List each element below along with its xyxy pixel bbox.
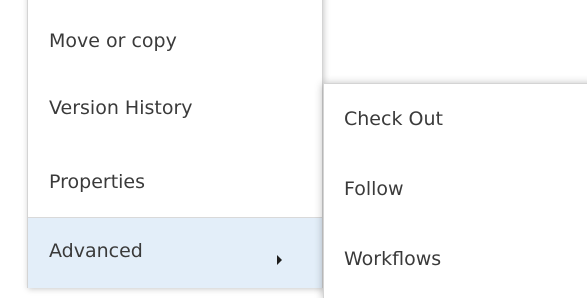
advanced-submenu: Check Out Follow Workflows <box>323 83 587 298</box>
menu-item-label: Properties <box>49 171 146 193</box>
menu-item-properties[interactable]: Properties <box>28 157 322 207</box>
menu-item-label: Version History <box>49 97 193 119</box>
menu-item-label: Advanced <box>49 240 143 262</box>
menu-item-advanced[interactable]: Advanced <box>28 218 322 288</box>
menu-item-label: Move or copy <box>49 30 177 52</box>
chevron-right-icon <box>277 255 282 265</box>
menu-item-version-history[interactable]: Version History <box>28 83 322 133</box>
submenu-item-workflows[interactable]: Workflows <box>324 234 587 284</box>
submenu-item-label: Follow <box>344 178 404 200</box>
submenu-item-check-out[interactable]: Check Out <box>324 94 587 144</box>
context-menu: Move or copy Version History Properties … <box>27 0 323 288</box>
menu-item-move-or-copy[interactable]: Move or copy <box>28 16 322 66</box>
submenu-item-follow[interactable]: Follow <box>324 164 587 214</box>
submenu-item-label: Check Out <box>344 108 443 130</box>
submenu-item-label: Workflows <box>344 248 442 270</box>
